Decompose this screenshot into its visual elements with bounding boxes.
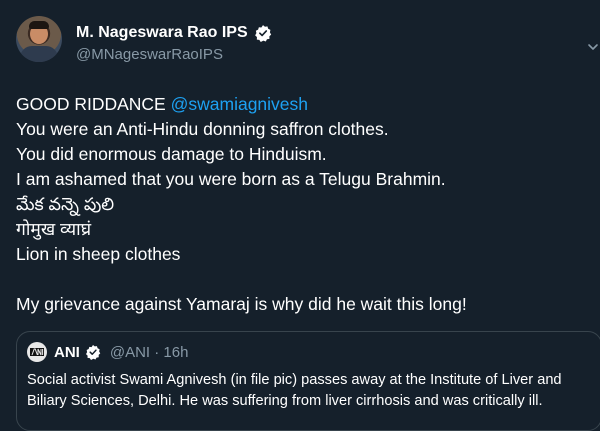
verified-badge-icon <box>85 345 101 360</box>
tweet-card: M. Nageswara Rao IPS @MNageswarRaoIPS GO… <box>0 0 600 431</box>
tweet-text-line: మేక వన్నె పులి <box>16 194 115 214</box>
quoted-text-line: Social activist Swami Agnivesh (in file … <box>27 372 562 388</box>
quoted-author-name[interactable]: ANI <box>54 344 80 361</box>
mention-link[interactable]: @swamiagnivesh <box>171 94 308 114</box>
tweet-text-line: गोमुख व्याघ्रं <box>16 219 92 239</box>
tweet-text-line: GOOD RIDDANCE @swamiagnivesh <box>16 94 309 114</box>
author-name-row: M. Nageswara Rao IPS <box>76 22 272 44</box>
line-spacer <box>16 267 586 292</box>
author-handle[interactable]: @MNageswarRaoIPS <box>76 46 223 63</box>
author-display-name[interactable]: M. Nageswara Rao IPS <box>76 24 248 42</box>
avatar[interactable] <box>16 16 62 62</box>
quoted-author-handle-time[interactable]: @ANI · 16h <box>110 344 189 361</box>
quoted-tweet-header: ANI @ANI · 16h <box>27 342 188 362</box>
quoted-tweet-text: Social activist Swami Agnivesh (in file … <box>27 370 600 412</box>
quoted-tweet[interactable]: ANI @ANI · 16h Social activist Swami Agn… <box>16 331 600 431</box>
quoted-text-line: Biliary Sciences, Delhi. He was sufferin… <box>27 393 543 409</box>
tweet-text-line: My grievance against Yamaraj is why did … <box>16 294 467 314</box>
tweet-text-line: You were an Anti-Hindu donning saffron c… <box>16 119 389 139</box>
tweet-text-line: I am ashamed that you were born as a Tel… <box>16 169 446 189</box>
verified-badge-icon <box>254 25 271 42</box>
tweet-text-line: Lion in sheep clothes <box>16 244 181 264</box>
ani-logo-icon <box>27 342 47 362</box>
tweet-body: GOOD RIDDANCE @swamiagnivesh You were an… <box>16 92 586 317</box>
chevron-down-icon[interactable] <box>586 40 600 54</box>
tweet-text-line: You did enormous damage to Hinduism. <box>16 144 327 164</box>
